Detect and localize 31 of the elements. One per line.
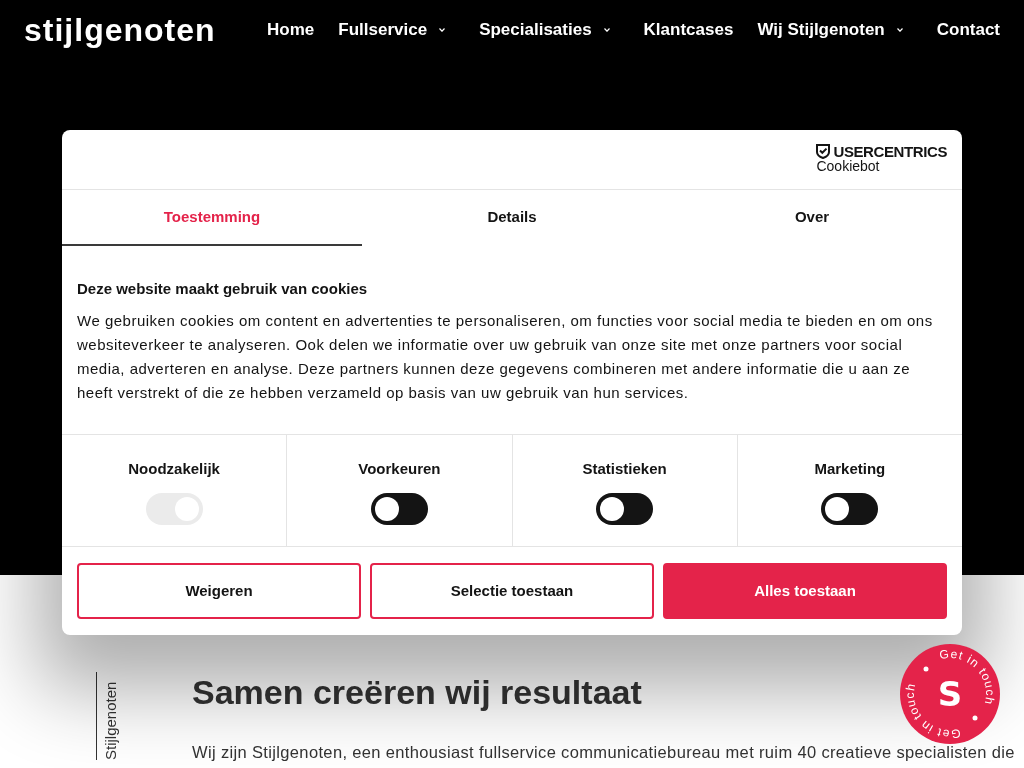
category-label: Noodzakelijk: [128, 459, 220, 479]
category-label: Marketing: [814, 459, 886, 479]
toggle-switch[interactable]: [370, 493, 428, 525]
consent-button[interactable]: Alles toestaan: [663, 563, 947, 619]
toggle-switch[interactable]: [821, 493, 879, 525]
side-label: Stijlgenoten: [103, 680, 118, 760]
shield-check-icon: [816, 144, 831, 160]
brand-name: USERCENTRICS: [833, 144, 947, 160]
dialog-tab[interactable]: Over: [662, 190, 962, 246]
chevron-down-icon[interactable]: [439, 28, 446, 32]
section-heading: Samen creëren wij resultaat: [192, 672, 642, 712]
consent-button[interactable]: Weigeren: [77, 563, 361, 619]
get-in-touch-button[interactable]: Get in touch Get in touch S: [900, 644, 1000, 744]
nav-link[interactable]: Klantcases: [643, 17, 734, 43]
dialog-title: Deze website maakt gebruik van cookies: [77, 279, 369, 299]
nav-link[interactable]: Wij Stijlgenoten: [757, 17, 913, 43]
nav-link[interactable]: Contact: [936, 17, 1000, 43]
dialog-tab[interactable]: Toestemming: [62, 190, 362, 246]
toggle-switch[interactable]: [596, 493, 654, 525]
nav-link[interactable]: Home: [267, 17, 315, 43]
nav-link[interactable]: Fullservice: [338, 17, 456, 43]
site-logo[interactable]: stijlgenoten: [24, 14, 216, 46]
consent-button[interactable]: Selectie toestaan: [370, 563, 654, 619]
brand-product: Cookiebot: [816, 159, 881, 175]
category-label: Statistieken: [582, 459, 667, 479]
chevron-down-icon[interactable]: [896, 28, 903, 32]
category-label: Voorkeuren: [358, 459, 441, 479]
chevron-down-icon[interactable]: [603, 28, 610, 32]
nav-link[interactable]: Specialisaties: [479, 17, 620, 43]
intro-paragraph: Wij zijn Stijlgenoten, een enthousiast fullservice communicatiebureau met ruim 40 creatieve specialisten die: [192, 742, 1015, 762]
dialog-text: We gebruiken cookies om content en advertenties te personaliseren, om functies voor social media te bieden en om ons websiteverkeer te analyseren. Ook delen we informatie over uw gebruik van onze site met onze partners voor social media, adverteren en analyse. Deze partners kunnen deze gegevens combineren met andere informatie die u aan ze heeft verstrekt of die ze hebben verzameld op basis van uw gebruik van hun services.: [77, 311, 934, 403]
